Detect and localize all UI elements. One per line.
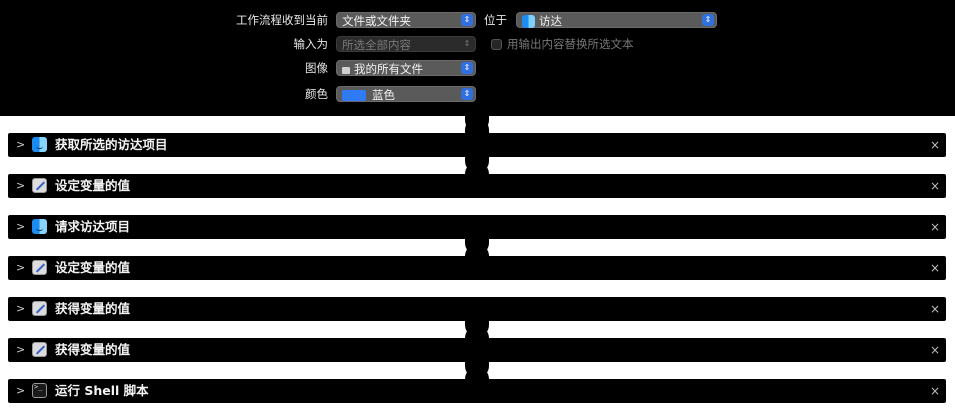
finder-icon: [522, 15, 535, 28]
image-popup[interactable]: 我的所有文件 ⇕: [336, 60, 476, 76]
variable-icon: [32, 178, 47, 193]
disclosure-chevron-icon[interactable]: >: [16, 138, 25, 152]
image-label: 图像: [305, 61, 328, 75]
stepper-icon: ⇕: [461, 62, 473, 74]
terminal-icon: [32, 383, 47, 398]
stepper-icon: ⇕: [461, 14, 473, 26]
disclosure-chevron-icon[interactable]: >: [16, 179, 25, 193]
finder-icon: [32, 219, 47, 234]
action-row[interactable]: > 获得变量的值 ×: [8, 297, 946, 321]
color-value: 蓝色: [372, 88, 395, 102]
action-title: 设定变量的值: [55, 260, 131, 275]
color-label: 颜色: [305, 87, 328, 101]
receives-label: 工作流程收到当前: [236, 13, 328, 27]
disclosure-chevron-icon[interactable]: >: [16, 220, 25, 234]
action-title: 获得变量的值: [55, 301, 131, 316]
variable-icon: [32, 301, 47, 316]
in-app-popup[interactable]: 访达 ⇕: [516, 12, 717, 28]
action-title: 设定变量的值: [55, 178, 131, 193]
input-popup[interactable]: 所选全部内容 ⇕: [336, 36, 476, 52]
variable-icon: [32, 342, 47, 357]
color-popup[interactable]: 蓝色 ⇕: [336, 86, 476, 102]
action-title: 获得变量的值: [55, 342, 131, 357]
image-value: 我的所有文件: [354, 62, 423, 76]
replace-checkbox[interactable]: [491, 39, 502, 50]
receives-popup[interactable]: 文件或文件夹 ⇕: [336, 12, 476, 28]
close-icon[interactable]: ×: [930, 133, 940, 157]
drive-icon: [342, 67, 350, 74]
action-title: 请求访达项目: [55, 219, 131, 234]
input-value: 所选全部内容: [342, 38, 411, 52]
stepper-icon: ⇕: [702, 14, 714, 26]
close-icon[interactable]: ×: [930, 338, 940, 362]
finder-icon: [32, 137, 47, 152]
close-icon[interactable]: ×: [930, 174, 940, 198]
replace-checkbox-label: 用输出内容替换所选文本: [507, 37, 634, 51]
variable-icon: [32, 260, 47, 275]
disclosure-chevron-icon[interactable]: >: [16, 343, 25, 357]
close-icon[interactable]: ×: [930, 256, 940, 280]
color-swatch: [342, 90, 366, 101]
input-label: 输入为: [293, 37, 329, 51]
disclosure-chevron-icon[interactable]: >: [16, 384, 25, 398]
receives-value: 文件或文件夹: [342, 14, 411, 28]
action-title: 获取所选的访达项目: [55, 137, 168, 152]
disclosure-chevron-icon[interactable]: >: [16, 261, 25, 275]
in-app-value: 访达: [539, 14, 562, 28]
action-title: 运行 Shell 脚本: [55, 383, 149, 398]
close-icon[interactable]: ×: [930, 215, 940, 239]
action-row[interactable]: > 请求访达项目 ×: [8, 215, 946, 239]
close-icon[interactable]: ×: [930, 379, 940, 403]
in-label: 位于: [484, 13, 507, 27]
action-row[interactable]: > 获取所选的访达项目 ×: [8, 133, 946, 157]
stepper-icon: ⇕: [463, 39, 471, 48]
workflow-header: 工作流程收到当前 文件或文件夹 ⇕ 位于 访达 ⇕ 输入为 所选全部内容 ⇕ 用…: [0, 0, 955, 116]
disclosure-chevron-icon[interactable]: >: [16, 302, 25, 316]
close-icon[interactable]: ×: [930, 297, 940, 321]
stepper-icon: ⇕: [461, 88, 473, 100]
